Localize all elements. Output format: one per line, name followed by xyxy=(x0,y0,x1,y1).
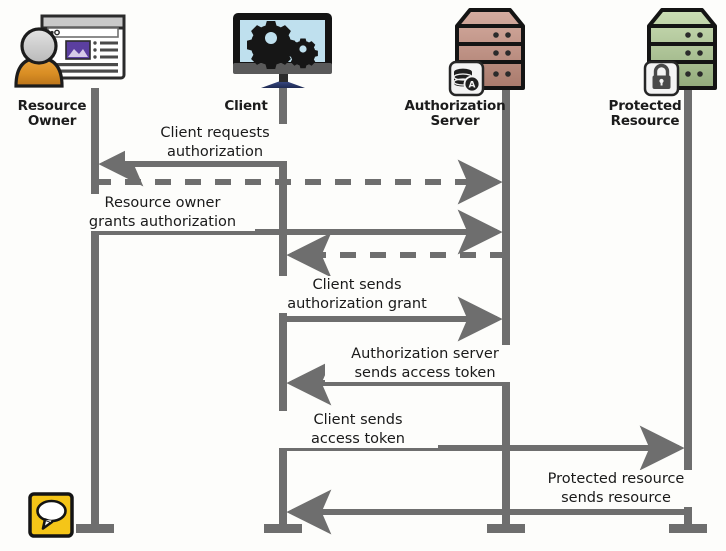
lock-badge-icon xyxy=(643,60,680,97)
monitor-with-gears-icon xyxy=(233,13,332,88)
lifeline-foot-authorization-server xyxy=(487,524,525,533)
svg-text:A: A xyxy=(469,81,476,91)
gear-small-icon xyxy=(288,38,318,69)
lifeline-authorization-server xyxy=(502,88,510,531)
client-icon xyxy=(233,13,332,88)
lifeline-foot-resource-owner xyxy=(76,524,114,533)
diagram-graphics: A xyxy=(14,8,717,538)
resource-owner-icon xyxy=(14,14,126,88)
lifelines xyxy=(76,88,707,533)
lifeline-client xyxy=(279,88,287,531)
note-speech-bubble-badge[interactable] xyxy=(28,492,74,538)
database-auth-badge-icon: A xyxy=(448,60,485,97)
protected-resource-icon xyxy=(643,8,717,97)
lifeline-foot-protected-resource xyxy=(669,524,707,533)
lifeline-resource-owner xyxy=(91,88,99,531)
lifeline-foot-client xyxy=(264,524,302,533)
lifeline-protected-resource xyxy=(684,88,692,531)
authorization-server-icon: A xyxy=(448,8,525,97)
gear-large-icon xyxy=(247,21,295,69)
sequence-diagram-canvas: A Resource Owner Client Authorization Se… xyxy=(0,0,726,551)
message-arrows xyxy=(95,141,688,535)
